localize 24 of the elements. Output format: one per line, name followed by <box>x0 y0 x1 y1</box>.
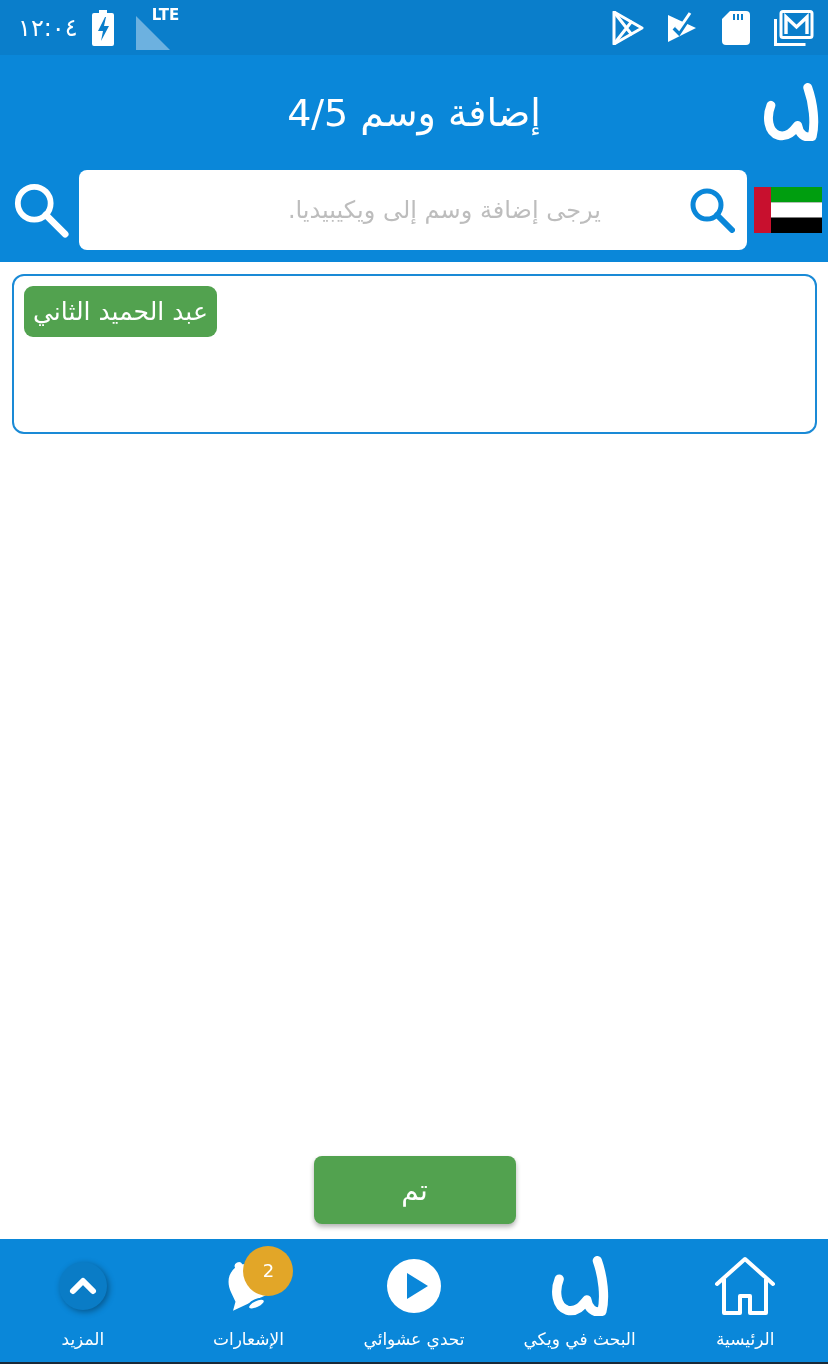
task-check-icon <box>666 10 698 45</box>
search-icon <box>689 187 735 233</box>
search-field[interactable]: يرجى إضافة وسم إلى ويكيبيديا. <box>79 170 747 250</box>
mail-stack-icon <box>774 9 814 46</box>
status-time: ١٢:٠٤ <box>18 12 78 43</box>
nav-tab[interactable]: المزيد <box>0 1239 166 1362</box>
play-circle-icon <box>386 1258 442 1314</box>
chevron-up-icon <box>56 1260 109 1312</box>
house-icon <box>714 1256 777 1316</box>
nav-tab[interactable]: الرئيسية <box>662 1239 828 1362</box>
search-icon <box>13 182 69 238</box>
network-type: LTE <box>151 5 180 24</box>
nav-tab[interactable]: تحدي عشوائي <box>331 1239 497 1362</box>
tag-chip[interactable]: عبد الحميد الثاني <box>24 286 217 337</box>
page-title: إضافة وسم 4/5 <box>287 89 541 138</box>
logo-icon <box>762 83 820 141</box>
sd-card-icon <box>720 10 752 45</box>
nav-tab[interactable]: البحث في ويكي <box>496 1239 663 1362</box>
battery-charging-icon <box>91 9 114 46</box>
flag-icon[interactable] <box>754 187 822 233</box>
tag-input-box[interactable]: عبد الحميد الثاني <box>12 274 817 434</box>
notification-badge: 2 <box>243 1246 294 1296</box>
play-store-icon <box>612 10 644 45</box>
done-button[interactable]: تم <box>313 1156 516 1224</box>
